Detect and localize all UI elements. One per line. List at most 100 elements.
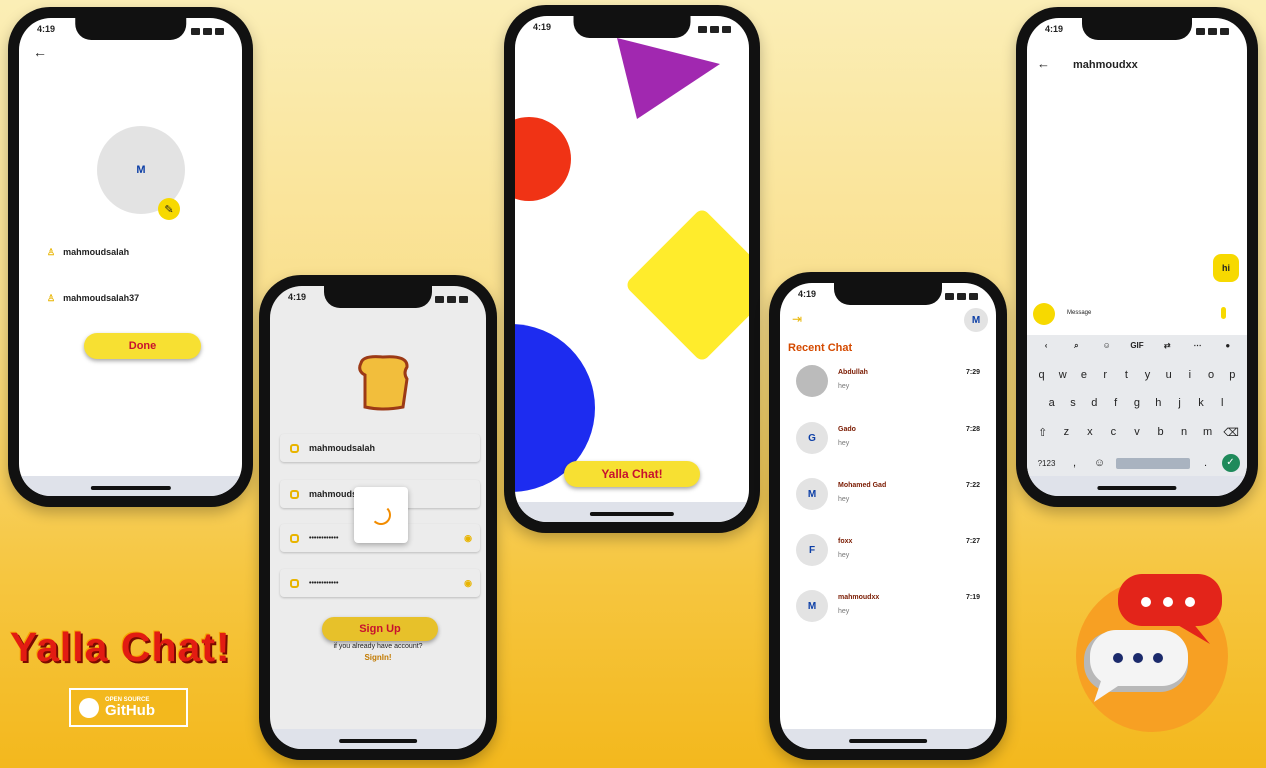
key[interactable]: p (1223, 369, 1241, 381)
chat-message: hey (838, 552, 850, 559)
key[interactable]: o (1202, 369, 1220, 381)
back-arrow-icon[interactable]: ← (33, 44, 47, 60)
status-bar: 4:19 (533, 22, 731, 36)
bread-logo-icon (353, 353, 413, 418)
back-arrow-icon[interactable]: ← (1037, 56, 1050, 71)
chat-avatar: M (796, 478, 828, 510)
signup-button[interactable]: Sign Up (322, 617, 438, 641)
username-value: mahmoudsalah37 (63, 293, 140, 303)
name-field[interactable]: mahmoudsalah (280, 434, 480, 462)
key[interactable]: e (1075, 369, 1093, 381)
emoji-icon[interactable]: ☺ (1091, 457, 1109, 469)
name-row[interactable]: ♙ mahmoudsalah (47, 247, 129, 258)
chat-time: 7:19 (965, 594, 980, 601)
lock-icon (290, 578, 299, 588)
yalla-chat-button[interactable]: Yalla Chat! (564, 461, 700, 487)
chat-name: Mohamed Gad (838, 482, 887, 489)
key[interactable]: b (1152, 426, 1170, 439)
gif-button[interactable]: GIF (1128, 341, 1146, 351)
chat-name: foxx (838, 538, 853, 545)
chat-row[interactable]: G Gado hey 7:28 (796, 418, 980, 458)
chat-screen: 4:19 ← mahmoudxx hi Message ‹ ⌕ ☺ GIF ⇄ … (1027, 18, 1247, 496)
eye-off-icon[interactable]: ◉ (464, 578, 472, 589)
mic-icon[interactable] (1221, 307, 1226, 319)
chat-row[interactable]: M mahmoudxx hey 7:19 (796, 586, 980, 626)
enter-check-icon[interactable]: ✓ (1221, 454, 1240, 472)
signup-label: Sign Up (359, 623, 401, 635)
confirm-password-value: •••••••••••• (309, 579, 339, 587)
user-avatar[interactable]: M (964, 308, 988, 332)
key[interactable]: t (1117, 369, 1135, 381)
key[interactable]: s (1064, 397, 1082, 409)
name-value: mahmoudsalah (63, 247, 130, 257)
key[interactable]: f (1107, 397, 1125, 409)
key[interactable]: c (1104, 426, 1122, 439)
github-badge[interactable]: OPEN SOURCE GitHub (69, 688, 188, 727)
symbols-key[interactable]: ?123 (1035, 459, 1059, 468)
logout-icon[interactable]: ⇥ (792, 312, 802, 326)
done-button[interactable]: Done (84, 333, 201, 359)
loading-spinner-icon (371, 505, 391, 525)
eye-off-icon[interactable]: ◉ (464, 533, 472, 544)
key[interactable]: u (1160, 369, 1178, 381)
signup-screen: 4:19 mahmoudsalah mahmoudsa ••••••••••••… (270, 286, 486, 749)
key[interactable]: r (1096, 369, 1114, 381)
status-time: 4:19 (37, 24, 56, 34)
backspace-icon[interactable]: ⌫ (1222, 426, 1240, 439)
chat-time: 7:28 (965, 426, 980, 433)
key[interactable]: y (1139, 369, 1157, 381)
chat-row[interactable]: Abdullah hey 7:29 (796, 361, 980, 401)
loading-dialog (354, 487, 408, 543)
status-time: 4:19 (533, 22, 552, 32)
chat-time: 7:29 (965, 369, 980, 376)
signin-link[interactable]: SignIn! (270, 653, 486, 662)
key[interactable]: v (1128, 426, 1146, 439)
search-icon[interactable]: ⌕ (1067, 341, 1085, 351)
input-bar: Message (1033, 301, 1245, 327)
key[interactable]: j (1171, 397, 1189, 409)
chat-name: Abdullah (838, 369, 868, 376)
red-circle (515, 117, 571, 201)
username-row[interactable]: ♙ mahmoudsalah37 (47, 293, 139, 304)
phone-signup: 4:19 mahmoudsalah mahmoudsa ••••••••••••… (259, 275, 497, 760)
key[interactable]: i (1181, 369, 1199, 381)
user-icon (290, 489, 299, 499)
message-input[interactable]: Message (1067, 310, 1091, 316)
translate-icon[interactable]: ⇄ (1158, 341, 1176, 351)
status-time: 4:19 (1045, 24, 1064, 34)
key[interactable]: d (1085, 397, 1103, 409)
mic-icon[interactable]: ● (1219, 341, 1237, 351)
key[interactable]: m (1199, 426, 1217, 439)
chat-message: hey (838, 383, 850, 390)
period-key[interactable]: . (1197, 457, 1215, 469)
key[interactable]: z (1057, 426, 1075, 439)
collapse-icon[interactable]: ‹ (1037, 341, 1055, 351)
key[interactable]: g (1128, 397, 1146, 409)
chat-message: hey (838, 496, 850, 503)
key[interactable]: q (1033, 369, 1051, 381)
sticker-icon[interactable]: ☺ (1098, 341, 1116, 351)
home-indicator (90, 486, 171, 490)
key[interactable]: h (1149, 397, 1167, 409)
emoji-button-icon[interactable] (1033, 303, 1055, 325)
keyboard-row-3: ⇧ z x c v b n m ⌫ (1027, 426, 1247, 439)
chat-row[interactable]: F foxx hey 7:27 (796, 530, 980, 570)
password-value: •••••••••••• (309, 534, 339, 542)
confirm-password-field[interactable]: •••••••••••• ◉ (280, 569, 480, 597)
done-label: Done (128, 340, 157, 352)
key[interactable]: n (1175, 426, 1193, 439)
yellow-diamond (627, 210, 749, 360)
edit-pencil-icon[interactable]: ✎ (158, 198, 180, 220)
key[interactable]: a (1043, 397, 1061, 409)
more-icon[interactable]: ⋯ (1189, 341, 1207, 351)
keyboard-row-2: a s d f g h j k l (1027, 397, 1247, 409)
key[interactable]: k (1192, 397, 1210, 409)
space-bar[interactable] (1115, 457, 1190, 469)
key[interactable]: l (1213, 397, 1231, 409)
key[interactable]: x (1081, 426, 1099, 439)
chat-row[interactable]: M Mohamed Gad hey 7:22 (796, 474, 980, 514)
key[interactable]: w (1054, 369, 1072, 381)
name-value: mahmoudsalah (309, 443, 376, 453)
comma-key[interactable]: , (1066, 457, 1084, 469)
shift-icon[interactable]: ⇧ (1034, 426, 1052, 439)
